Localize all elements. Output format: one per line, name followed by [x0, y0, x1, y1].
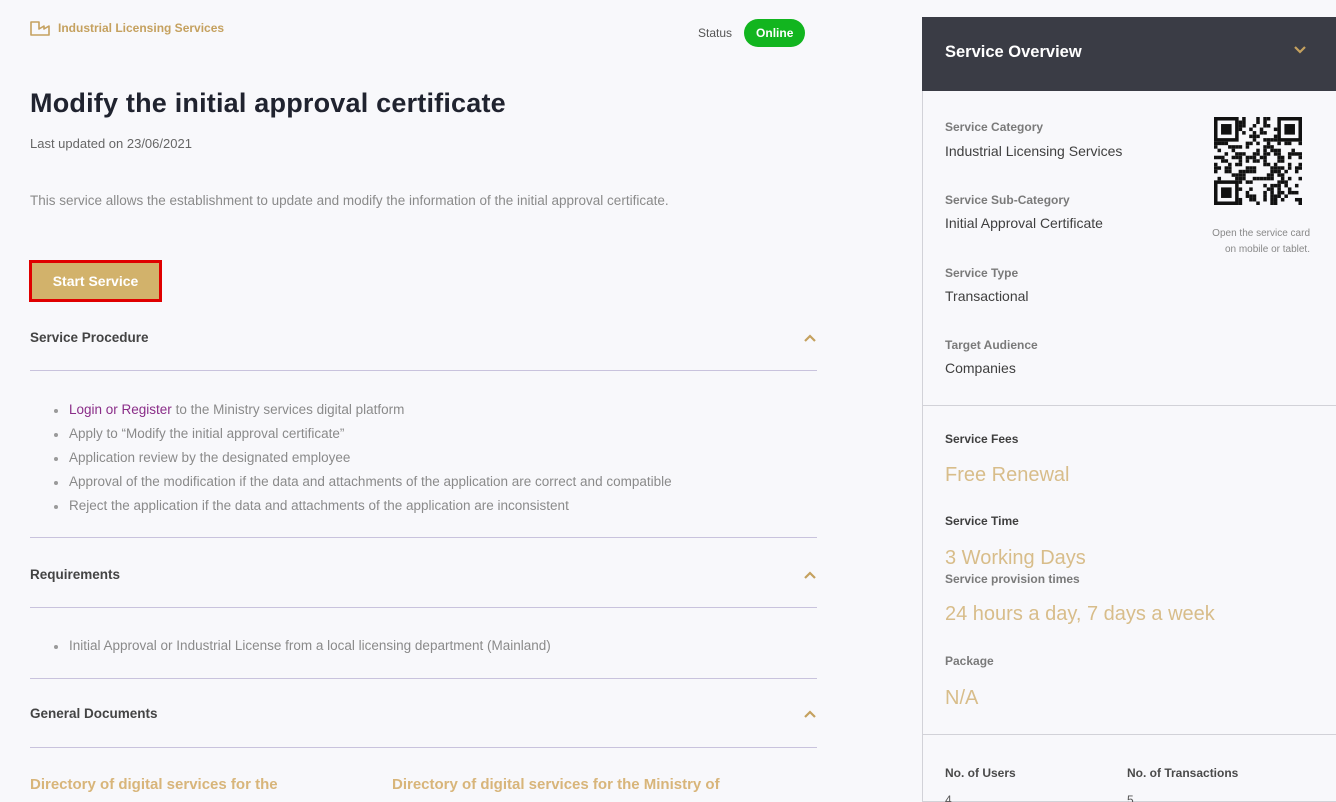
procedure-title: Service Procedure	[30, 330, 149, 345]
list-item: Application review by the designated emp…	[52, 446, 672, 470]
document-link[interactable]: Directory of digital services for the Mi…	[392, 776, 720, 793]
list-item-text: to the Ministry services digital platfor…	[171, 402, 405, 417]
documents-toggle[interactable]: General Documents	[30, 706, 817, 721]
start-service-button[interactable]: Start Service	[29, 260, 162, 302]
service-fees-label: Service Fees	[945, 432, 1019, 446]
transactions-label: No. of Transactions	[1127, 766, 1239, 780]
list-item: Apply to “Modify the initial approval ce…	[52, 422, 672, 446]
qr-code-icon	[1214, 117, 1302, 205]
target-audience-label: Target Audience	[945, 338, 1038, 352]
chevron-up-icon[interactable]	[803, 709, 817, 719]
service-category-value: Industrial Licensing Services	[945, 143, 1123, 159]
category-link[interactable]: Industrial Licensing Services	[58, 21, 224, 35]
service-subcategory-value: Initial Approval Certificate	[945, 215, 1103, 231]
main-content: Industrial Licensing Services Status Onl…	[0, 0, 850, 802]
service-type-value: Transactional	[945, 288, 1029, 304]
divider	[30, 370, 817, 371]
service-time-label: Service Time	[945, 514, 1019, 528]
service-subcategory-label: Service Sub-Category	[945, 193, 1070, 207]
page-title: Modify the initial approval certificate	[30, 88, 506, 118]
divider	[922, 405, 1336, 406]
chevron-down-icon[interactable]	[1293, 45, 1307, 55]
login-register-link[interactable]: Login or Register	[69, 402, 172, 417]
divider	[922, 734, 1336, 735]
users-value: 4	[945, 793, 952, 802]
divider	[30, 747, 817, 748]
service-provision-value: 24 hours a day, 7 days a week	[945, 603, 1215, 625]
chevron-up-icon[interactable]	[803, 570, 817, 580]
target-audience-value: Companies	[945, 360, 1016, 376]
divider	[30, 607, 817, 608]
status-badge: Online	[744, 19, 806, 47]
package-label: Package	[945, 654, 994, 668]
last-updated: Last updated on 23/06/2021	[30, 136, 192, 151]
transactions-value: 5	[1127, 793, 1134, 802]
service-category-label: Service Category	[945, 120, 1044, 134]
status-row: Status Online	[698, 19, 806, 47]
procedure-list: Login or Register to the Ministry servic…	[52, 398, 672, 518]
service-provision-label: Service provision times	[945, 572, 1080, 586]
documents-title: General Documents	[30, 706, 158, 721]
factory-icon	[30, 21, 50, 36]
list-item: Initial Approval or Industrial License f…	[52, 634, 551, 658]
breadcrumb[interactable]: Industrial Licensing Services	[30, 20, 224, 36]
service-time-value: 3 Working Days	[945, 547, 1086, 569]
list-item: Login or Register to the Ministry servic…	[52, 398, 672, 422]
divider	[30, 537, 817, 538]
list-item: Reject the application if the data and a…	[52, 494, 672, 518]
requirements-title: Requirements	[30, 567, 121, 582]
qr-note: Open the service card on mobile or table…	[1212, 228, 1310, 255]
status-label: Status	[698, 26, 733, 40]
service-fees-value: Free Renewal	[945, 464, 1070, 486]
list-item: Approval of the modification if the data…	[52, 470, 672, 494]
requirements-toggle[interactable]: Requirements	[30, 567, 817, 582]
package-value: N/A	[945, 687, 979, 709]
service-overview-title: Service Overview	[945, 43, 1082, 61]
service-type-label: Service Type	[945, 266, 1019, 280]
divider	[30, 678, 817, 679]
requirements-list: Initial Approval or Industrial License f…	[52, 634, 551, 658]
chevron-up-icon[interactable]	[803, 333, 817, 343]
document-link[interactable]: Directory of digital services for the	[30, 776, 278, 793]
procedure-toggle[interactable]: Service Procedure	[30, 330, 817, 345]
service-description: This service allows the establishment to…	[30, 193, 669, 208]
users-label: No. of Users	[945, 766, 1016, 780]
